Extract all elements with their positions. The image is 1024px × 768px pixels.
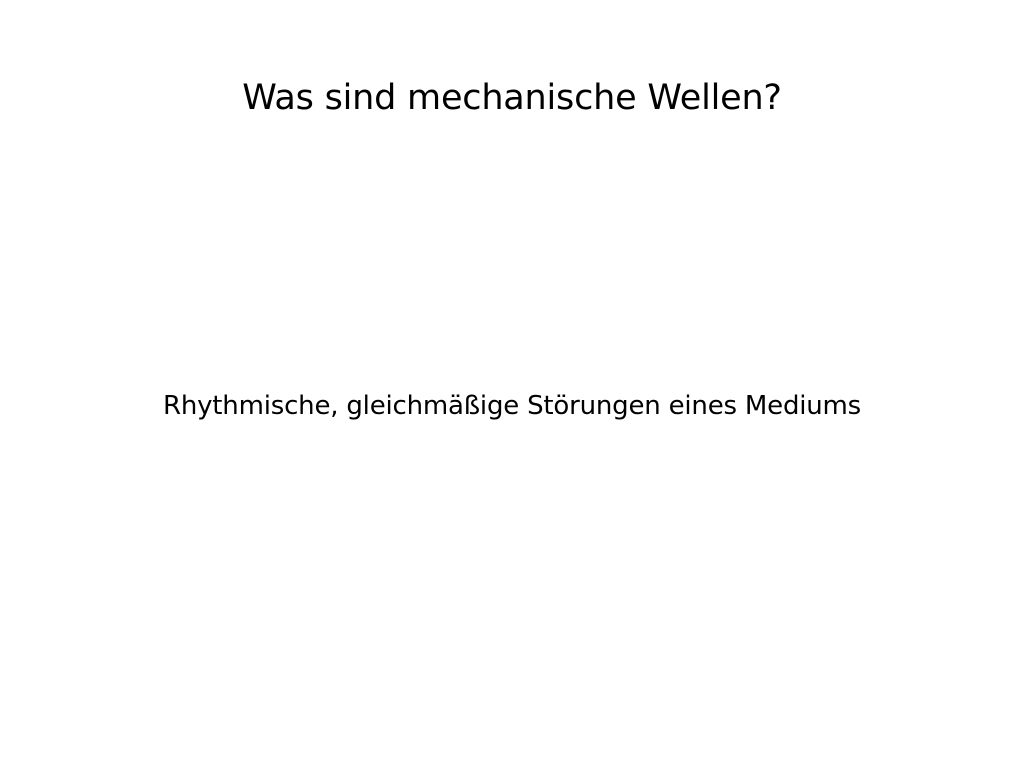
- presentation-slide: Was sind mechanische Wellen? Rhythmische…: [0, 0, 1024, 768]
- slide-body-text: Rhythmische, gleichmäßige Störungen eine…: [162, 391, 862, 421]
- slide-title: Was sind mechanische Wellen?: [242, 78, 782, 118]
